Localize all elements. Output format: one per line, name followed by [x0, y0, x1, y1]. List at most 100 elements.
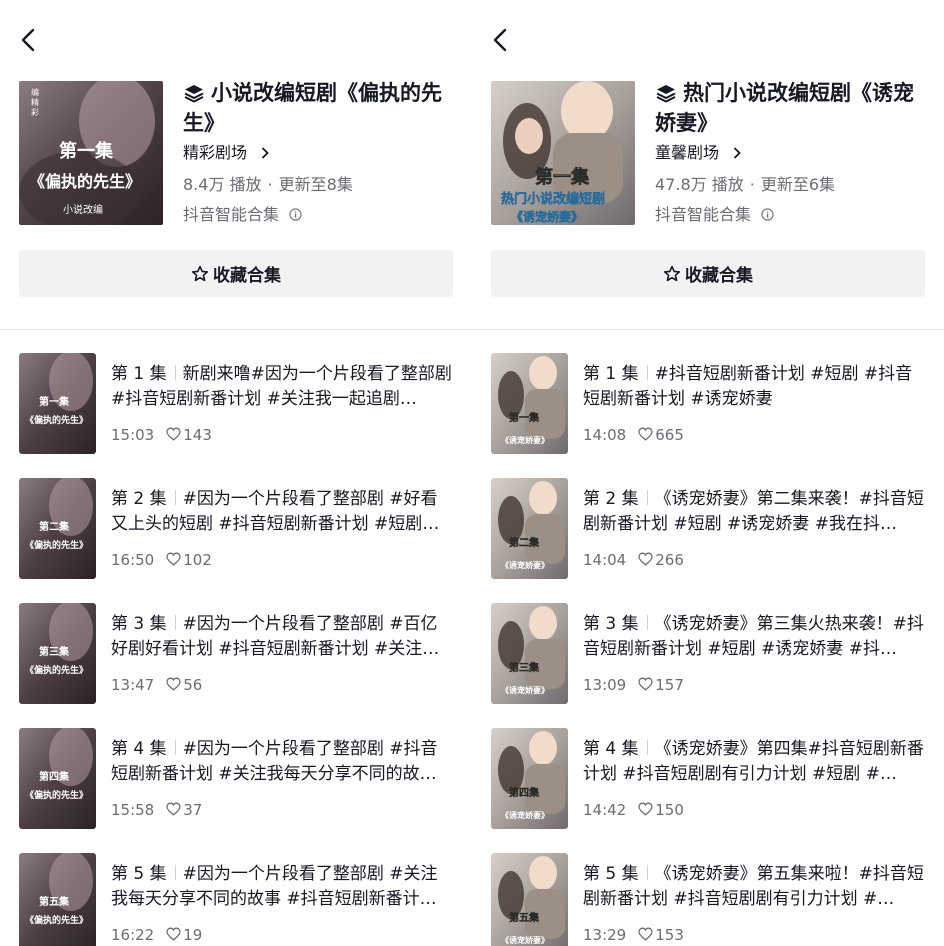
episode-duration: 15:03 — [111, 426, 155, 444]
episode-likes: 266 — [655, 551, 684, 569]
svg-text:《诱宠娇妻》: 《诱宠娇妻》 — [501, 560, 549, 570]
svg-text:第四集: 第四集 — [509, 786, 540, 799]
heart-icon — [166, 677, 181, 691]
episode-likes: 150 — [655, 801, 684, 819]
episode-duration: 16:50 — [111, 551, 155, 569]
channel-name: 童馨剧场 — [655, 143, 720, 162]
heart-icon — [166, 552, 181, 566]
episode-item[interactable]: 第三集 《偏执的先生》 第 3 集 #因为一个片段看了整部剧 #百亿好剧好看计划 #… — [0, 603, 472, 705]
episode-thumbnail: 第二集 《诱宠娇妻》 — [491, 478, 568, 579]
episode-thumbnail: 第一集 《诱宠娇妻》 — [491, 353, 568, 454]
episode-item[interactable]: 第二集《偏执的先生》 第 2 集 #因为一个片段看了整部剧 #好看又上头的短剧 #… — [0, 478, 472, 580]
info-icon[interactable] — [761, 208, 774, 221]
collection-title: 小说改编短剧《偏执的先生》 — [183, 78, 458, 138]
episode-likes: 153 — [655, 926, 684, 944]
svg-text:第五集: 第五集 — [509, 911, 540, 924]
heart-icon — [638, 802, 653, 816]
svg-text:《偏执的先生》: 《偏执的先生》 — [25, 539, 88, 551]
play-count: 8.4万 播放 — [183, 175, 262, 194]
star-icon — [663, 265, 681, 281]
episode-meta: 14:08 665 — [583, 425, 684, 445]
episode-likes: 665 — [655, 426, 684, 444]
episode-item[interactable]: 第一集《诱宠娇妻》 第 1 集 #抖音短剧新番计划 #短剧 #抖音短剧新番计划 #… — [472, 353, 944, 455]
svg-text:《诱宠娇妻》: 《诱宠娇妻》 — [501, 810, 549, 820]
svg-text:《诱宠娇妻》: 《诱宠娇妻》 — [501, 435, 549, 445]
episode-likes: 143 — [183, 426, 212, 444]
episode-duration: 13:29 — [583, 926, 627, 944]
heart-icon — [638, 927, 653, 941]
episode-likes: 37 — [183, 801, 203, 819]
episode-item[interactable]: 第五集 《诱宠娇妻》 第 5 集《诱宠娇妻》第五集来啦！#抖音短剧新番计划 #抖音… — [472, 853, 944, 946]
episode-thumbnail: 第三集 《偏执的先生》 — [19, 603, 96, 704]
episode-meta: 16:50 102 — [111, 550, 212, 570]
episode-meta: 16:22 19 — [111, 925, 202, 945]
favorite-collection-button[interactable]: 收藏合集 — [491, 250, 925, 297]
episode-likes: 56 — [183, 676, 203, 694]
episode-description: 第 4 集《诱宠娇妻》第四集#抖音短剧新番计划 #抖音短剧剧有引力计划 #短剧 … — [583, 739, 924, 784]
svg-text:第四集: 第四集 — [39, 770, 70, 783]
episode-meta: 14:42 150 — [583, 800, 684, 820]
heart-icon — [638, 552, 653, 566]
episode-thumbnail: 第五集 《偏执的先生》 — [19, 853, 96, 946]
collection-stats: 47.8万 播放 · 更新至6集 — [655, 175, 835, 194]
svg-text:第二集: 第二集 — [509, 536, 540, 549]
play-count: 47.8万 播放 — [655, 175, 744, 194]
episode-likes: 102 — [183, 551, 212, 569]
collection-stats: 8.4万 播放 · 更新至8集 — [183, 175, 353, 194]
collection-cover: 编 精 彩 第一集 《偏执的先生》 小说改编 — [19, 81, 163, 225]
layers-icon — [656, 85, 676, 103]
chevron-left-icon — [493, 28, 507, 52]
layers-icon — [184, 85, 204, 103]
channel-link[interactable]: 童馨剧场 — [655, 142, 742, 164]
episode-item[interactable]: 第四集《诱宠娇妻》 第 4 集《诱宠娇妻》第四集#抖音短剧新番计划 #抖音短剧剧… — [472, 728, 944, 830]
episode-meta: 14:04 266 — [583, 550, 684, 570]
episode-description: 第 3 集《诱宠娇妻》第三集火热来袭！#抖音短剧新番计划 #短剧 #诱宠娇妻 #… — [583, 614, 924, 659]
episode-duration: 15:58 — [111, 801, 155, 819]
cover-subtitle: 《偏执的先生》 — [29, 172, 141, 191]
favorite-label: 收藏合集 — [213, 266, 281, 286]
episode-duration: 13:47 — [111, 676, 155, 694]
smart-collection-label: 抖音智能合集 — [655, 204, 774, 226]
episode-meta: 13:09 157 — [583, 675, 684, 695]
episode-description: 第 2 集 #因为一个片段看了整部剧 #好看又上头的短剧 #抖音短剧新番计划 #短… — [111, 489, 440, 534]
cover-subtitle: 热门小说改编短剧 — [501, 191, 605, 207]
episode-likes: 19 — [183, 926, 203, 944]
episode-item[interactable]: 第五集 《偏执的先生》 第 5 集 #因为一个片段看了整部剧 #关注我每天分享不同的… — [0, 853, 472, 946]
episode-thumbnail: 第四集 《偏执的先生》 — [19, 728, 96, 829]
channel-link[interactable]: 精彩剧场 — [183, 142, 270, 164]
svg-text:《偏执的先生》: 《偏执的先生》 — [25, 414, 88, 426]
episode-description: 第 1 集 #抖音短剧新番计划 #短剧 #抖音短剧新番计划 #诱宠娇妻 — [583, 364, 913, 409]
episode-item[interactable]: 第三集 《诱宠娇妻》 第 3 集《诱宠娇妻》第三集火热来袭！#抖音短剧新番计划 #… — [472, 603, 944, 705]
drama-panel-left: 编 精 彩 第一集 《偏执的先生》 小说改编 小说改编短剧《偏执的先生》 精彩剧… — [0, 0, 472, 946]
back-button[interactable] — [490, 26, 512, 54]
back-button[interactable] — [18, 26, 40, 54]
cover-caption: 第一集 — [535, 166, 590, 188]
collection-title-text: 小说改编短剧《偏执的先生》 — [183, 81, 442, 135]
smart-collection-label: 抖音智能合集 — [183, 204, 302, 226]
episode-meta: 13:29 153 — [583, 925, 684, 945]
episode-item[interactable]: 第四集 《偏执的先生》 第 4 集 #因为一个片段看了整部剧 #抖音短剧新番计划 #… — [0, 728, 472, 830]
episode-description: 第 5 集《诱宠娇妻》第五集来啦！#抖音短剧新番计划 #抖音短剧剧有引力计划 #… — [583, 864, 924, 909]
svg-text:第二集: 第二集 — [39, 520, 70, 533]
episode-item[interactable]: 第一集 《偏执的先生》 第 1 集新剧来噜#因为一个片段看了整部剧 #抖音短剧新番… — [0, 353, 472, 455]
episode-description: 第 2 集《诱宠娇妻》第二集来袭！#抖音短剧新番计划 #短剧 #诱宠娇妻 #我在… — [583, 489, 924, 534]
episode-description: 第 5 集 #因为一个片段看了整部剧 #关注我每天分享不同的故事 #抖音短剧新番计… — [111, 864, 438, 909]
svg-text:编: 编 — [31, 87, 39, 97]
episode-description: 第 3 集 #因为一个片段看了整部剧 #百亿好剧好看计划 #抖音短剧新番计划 #关… — [111, 614, 440, 659]
svg-text:第五集: 第五集 — [39, 895, 70, 908]
svg-text:彩: 彩 — [31, 107, 39, 117]
info-icon[interactable] — [289, 208, 302, 221]
heart-icon — [166, 927, 181, 941]
favorite-label: 收藏合集 — [685, 266, 753, 286]
drama-panel-right: 第一集 热门小说改编短剧 《诱宠娇妻》 热门小说改编短剧《诱宠娇妻》 童馨剧场 … — [472, 0, 944, 946]
chevron-left-icon — [21, 28, 35, 52]
svg-text:第三集: 第三集 — [39, 645, 70, 658]
episode-description: 第 4 集 #因为一个片段看了整部剧 #抖音短剧新番计划 #关注我每天分享不同的故… — [111, 739, 438, 784]
episode-description: 第 1 集新剧来噜#因为一个片段看了整部剧 #抖音短剧新番计划 #关注我一起追剧… — [111, 364, 452, 409]
favorite-collection-button[interactable]: 收藏合集 — [19, 250, 453, 297]
cover-tag: 《诱宠娇妻》 — [511, 209, 583, 224]
chevron-right-icon — [262, 147, 269, 159]
cover-tag: 小说改编 — [63, 203, 103, 216]
episode-item[interactable]: 第二集《诱宠娇妻》 第 2 集《诱宠娇妻》第二集来袭！#抖音短剧新番计划 #短剧… — [472, 478, 944, 580]
svg-text:第一集: 第一集 — [509, 411, 540, 424]
